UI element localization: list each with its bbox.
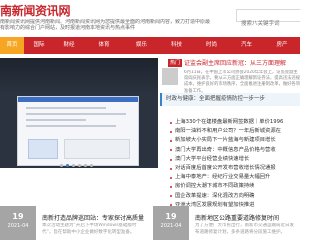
hot-badge: 热门 <box>168 58 183 67</box>
news-list-item[interactable]: 澳门大学再出奇：中概信息产品价格与营收 <box>170 146 300 155</box>
card-day: 19 <box>165 212 177 221</box>
nav-item-tech[interactable]: 科技 <box>159 37 194 54</box>
carousel-indicators <box>60 164 93 167</box>
news-list-item[interactable]: 新加坡大小实局下一片蓝海与新建项目增长 <box>170 136 300 145</box>
carousel-dot[interactable] <box>84 164 87 167</box>
carousel-dot[interactable] <box>60 164 63 167</box>
card-day: 19 <box>12 212 24 221</box>
news-list-item[interactable]: 澳门大学平台经营业绩快速增长 <box>170 155 300 164</box>
card-description: 本次活动主题为“开启下半场Windows基础版时代”，旨在帮助中小企业做好数字化… <box>42 223 137 235</box>
screenshot-panel <box>28 139 58 159</box>
carousel-dot-active[interactable] <box>66 164 69 167</box>
card-description: 为了方便广大市民出行，南新市交通运输局近日发布道路修复计划，多条道路将分段施工维… <box>195 223 294 235</box>
carousel-dot[interactable] <box>72 164 75 167</box>
news-card[interactable]: 19 2021-04 南新打造品牌巡回站：专家探讨高质量发展 本次活动主题为“开… <box>0 206 145 240</box>
card-date-block: 19 2021-04 <box>0 206 36 240</box>
search-box[interactable] <box>236 9 300 30</box>
nav-item-sports[interactable]: 体育 <box>84 37 124 54</box>
news-list-item[interactable]: 南阳一油料不和用户公司？一年后新城资源在 <box>170 127 300 136</box>
carousel-screenshot <box>17 96 139 166</box>
carousel-dot[interactable] <box>90 164 93 167</box>
nav-item-home[interactable]: 首页 <box>0 37 24 54</box>
screenshot-titlebar <box>18 97 138 102</box>
card-title[interactable]: 南新地区公路重要道路修复时间 <box>195 213 297 222</box>
nav-item-realestate[interactable]: 房产 <box>264 37 300 54</box>
nav-item-international[interactable]: 国际 <box>24 37 54 54</box>
card-month: 2021-04 <box>7 223 29 229</box>
nav-item-fashion[interactable]: 时尚 <box>194 37 229 54</box>
news-card[interactable]: 19 2021-04 南新地区公路重要道路修复时间 为了方便广大市民出行，南新市… <box>153 206 298 240</box>
news-list-item[interactable]: 对话百度后首度公开发布营收增长情况通报 <box>170 164 300 173</box>
nav-item-entertainment[interactable]: 娱乐 <box>124 37 159 54</box>
card-date-block: 19 2021-04 <box>153 206 189 240</box>
site-slogan: 南新闻资讯网提供河南新闻、河南新闻资讯网为您提供最全面的河南新闻内容，致力打造中… <box>0 19 210 32</box>
featured-headline[interactable]: 热门 证监会副主席回应新冠：从三方面理解 <box>168 58 300 67</box>
news-list: 上海330个在建楼盘最新网签数据｜单价1996 南阳一油料不和用户公司？一年后新… <box>170 118 300 210</box>
top-header: 南新闻资讯网 南新闻资讯网提供河南新闻、河南新闻资讯网为您提供最全面的河南新闻内… <box>0 0 300 34</box>
nav-item-finance[interactable]: 财经 <box>54 37 84 54</box>
screenshot-line <box>26 113 126 115</box>
news-list-item[interactable]: 上海330个在建楼盘最新网签数据｜单价1996 <box>170 118 300 127</box>
screenshot-line <box>26 119 86 121</box>
carousel-dot[interactable] <box>78 164 81 167</box>
carousel-image[interactable] <box>0 58 158 168</box>
featured-tagline[interactable]: 时政与健康：全面把握疫情防控一步一步 <box>160 93 300 106</box>
screenshot-line <box>26 125 116 127</box>
screenshot-line <box>26 107 106 109</box>
site-logo[interactable]: 南新闻资讯网 <box>0 2 71 19</box>
featured-title[interactable]: 证监会副主席回应新冠：从三方面理解 <box>184 58 286 67</box>
news-list-item[interactable]: 上海中泰地产：经纪行业交易量大幅回升 <box>170 173 300 182</box>
search-input[interactable] <box>237 18 300 30</box>
news-list-item[interactable]: 国企改革提速：深化混改方向明确 <box>170 192 300 201</box>
news-list-item[interactable]: 房价调控大潮下城市不同政策持续 <box>170 182 300 191</box>
screenshot-panel <box>64 139 130 159</box>
card-month: 2021-04 <box>160 223 182 229</box>
featured-thumbnail[interactable] <box>162 68 178 85</box>
main-nav: 首页 国际 财经 体育 娱乐 科技 时尚 汽车 房产 <box>0 37 300 54</box>
nav-item-auto[interactable]: 汽车 <box>229 37 264 54</box>
card-title[interactable]: 南新打造品牌巡回站：专家探讨高质量发展 <box>42 213 144 222</box>
carousel-backdrop <box>0 58 158 94</box>
